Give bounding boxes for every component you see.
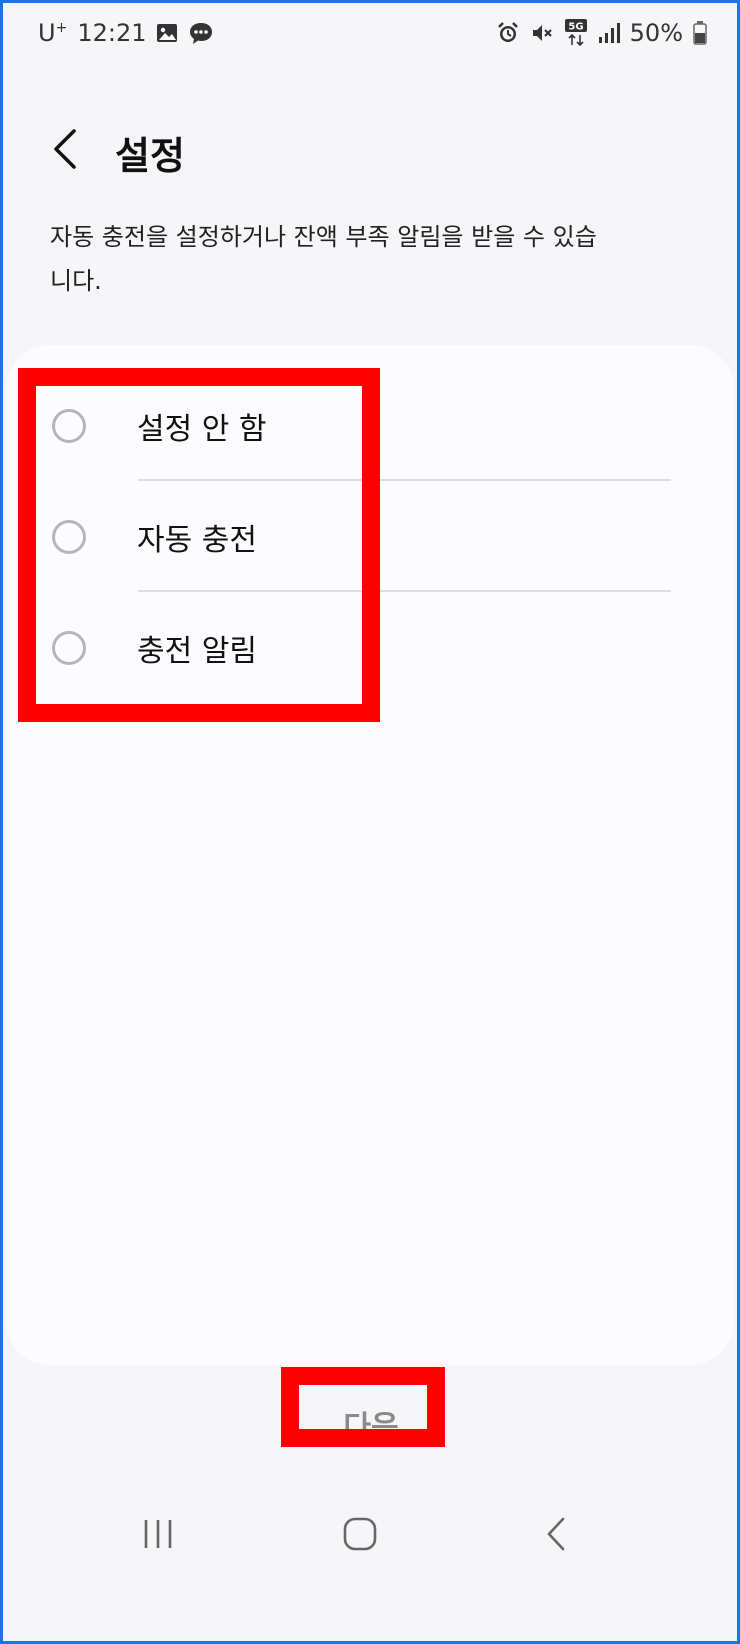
status-left: U+ 12:21 [38, 19, 214, 47]
gallery-icon [156, 22, 178, 44]
option-label: 자동 충전 [137, 523, 257, 558]
page-description: 자동 충전을 설정하거나 잔액 부족 알림을 받을 수 있습니다. [50, 223, 597, 295]
screen: U+ 12:21 5G 50% 설정 자동 충전을 설정하거나 잔액 부족 알림… [3, 3, 737, 1641]
chevron-left-icon [50, 127, 80, 175]
page-title: 설정 [115, 134, 185, 178]
back-button[interactable] [41, 127, 89, 175]
home-icon [342, 1516, 378, 1556]
option-label: 설정 안 함 [137, 412, 267, 447]
radio-button[interactable] [52, 520, 86, 554]
nav-back-button[interactable] [511, 1491, 601, 1581]
option-none[interactable]: 설정 안 함 [6, 364, 734, 476]
options-card: 설정 안 함 자동 충전 충전 알림 [6, 345, 734, 1365]
radio-button[interactable] [52, 631, 86, 665]
back-icon [544, 1516, 568, 1556]
chat-bubble-icon [188, 21, 214, 45]
home-button[interactable] [315, 1491, 405, 1581]
mute-icon [530, 21, 554, 45]
clock-time: 12:21 [77, 19, 147, 47]
signal-icon [598, 22, 620, 44]
option-auto-charge[interactable]: 자동 충전 [6, 475, 734, 587]
status-right: 5G 50% [496, 19, 707, 47]
app-header: 설정 [3, 113, 737, 193]
navigation-bar [3, 1481, 737, 1591]
recent-apps-icon [141, 1518, 175, 1554]
battery-icon [693, 21, 707, 45]
status-bar: U+ 12:21 5G 50% [3, 3, 737, 65]
5g-icon: 5G [564, 19, 588, 47]
battery-percent: 50% [629, 19, 683, 47]
option-label: 충전 알림 [137, 634, 257, 669]
next-button[interactable]: 다음 [303, 1388, 439, 1460]
svg-text:5G: 5G [568, 22, 583, 33]
option-charge-alert[interactable]: 충전 알림 [6, 586, 734, 698]
recent-apps-button[interactable] [113, 1491, 203, 1581]
radio-button[interactable] [52, 409, 86, 443]
alarm-icon [496, 21, 520, 45]
carrier-label: U+ [38, 19, 68, 47]
